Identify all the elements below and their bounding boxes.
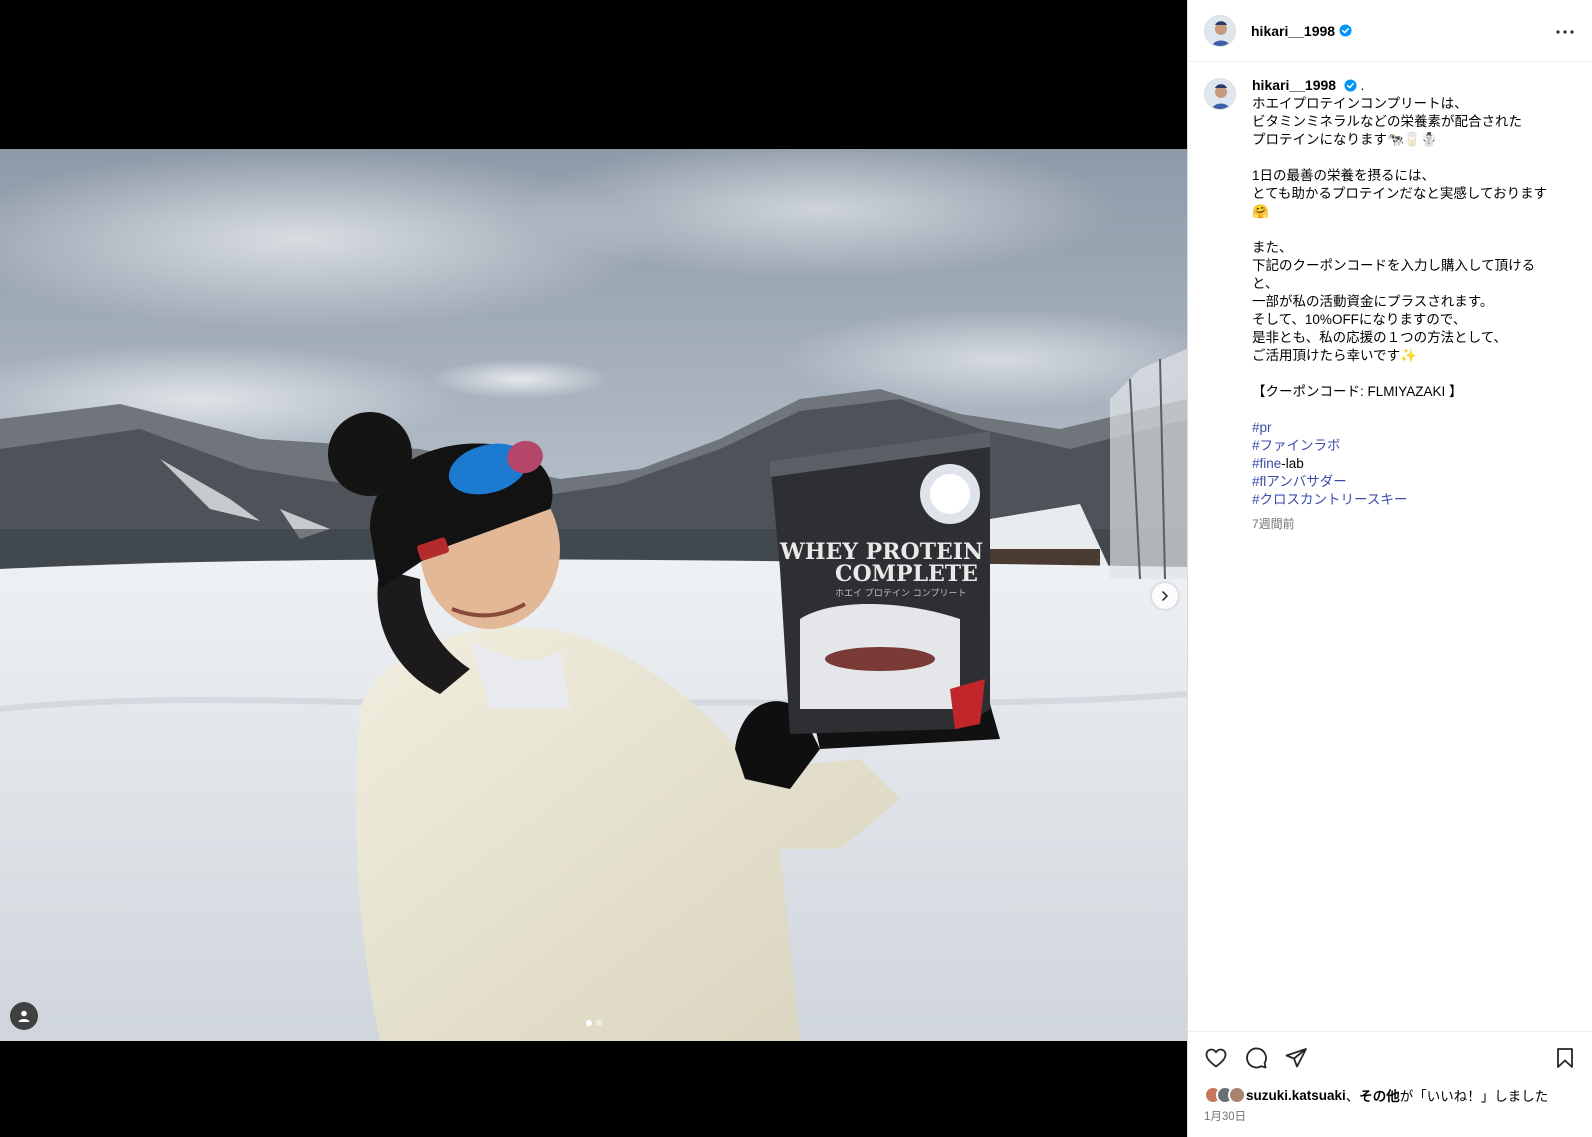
hashtag-link[interactable]: #flアンバサダー <box>1252 473 1582 491</box>
action-bar <box>1188 1031 1592 1087</box>
hashtag-link[interactable]: #pr <box>1252 419 1582 437</box>
caption-author-avatar[interactable] <box>1204 78 1236 110</box>
caption-separator: . <box>1360 78 1365 93</box>
hashtag-link[interactable]: #ファインラボ <box>1252 437 1582 455</box>
caption-username[interactable]: hikari__1998 <box>1252 77 1336 93</box>
caption-body: hikari__1998 . ホエイプロテインコンプリートは、 ビタミンミネラル… <box>1252 76 1582 533</box>
likes-others-link[interactable]: その他 <box>1359 1085 1400 1105</box>
caption-text: ホエイプロテインコンプリートは、 ビタミンミネラルなどの栄養素が配合された プロ… <box>1252 96 1548 399</box>
post-modal: WHEY PROTEIN COMPLETE ホエイ プロテイン コンプリート h… <box>0 0 1592 1137</box>
verified-badge-icon <box>1344 79 1357 92</box>
author-username[interactable]: hikari__1998 <box>1251 23 1335 39</box>
chevron-right-icon <box>1162 591 1169 601</box>
post-caption: hikari__1998 . ホエイプロテインコンプリートは、 ビタミンミネラル… <box>1204 76 1584 533</box>
author-avatar[interactable] <box>1204 14 1236 47</box>
liker-avatar <box>1228 1086 1246 1104</box>
post-photo: WHEY PROTEIN COMPLETE ホエイ プロテイン コンプリート <box>0 149 1187 1041</box>
bookmark-icon[interactable] <box>1553 1046 1577 1070</box>
tagged-users-button[interactable] <box>10 1002 38 1030</box>
carousel-next-button[interactable] <box>1152 583 1178 609</box>
share-icon[interactable] <box>1284 1046 1308 1070</box>
user-tag-icon <box>18 1010 30 1022</box>
heart-icon[interactable] <box>1204 1046 1228 1070</box>
carousel-dot <box>596 1020 602 1026</box>
likes-separator: 、 <box>1345 1089 1360 1104</box>
post-date[interactable]: 1月30日 <box>1204 1108 1246 1124</box>
post-age[interactable]: 7週間前 <box>1252 515 1582 533</box>
product-line-3: ホエイ プロテイン コンプリート <box>835 588 966 599</box>
likes-summary: suzuki.katsuaki 、 その他 が「いいね！」しました <box>1204 1085 1548 1105</box>
product-line-2: COMPLETE <box>835 561 978 587</box>
verified-badge-icon <box>1339 24 1352 37</box>
hashtag-list: #pr #ファインラボ #fine-lab #flアンバサダー #クロスカントリ… <box>1252 419 1582 509</box>
hashtag-link[interactable]: #fine-lab <box>1252 455 1582 473</box>
more-options-button[interactable] <box>1553 20 1577 44</box>
carousel-indicator <box>586 1020 602 1026</box>
media-pane: WHEY PROTEIN COMPLETE ホエイ プロテイン コンプリート <box>0 0 1187 1137</box>
avatar-image <box>1205 79 1235 109</box>
carousel-dot-active <box>586 1020 592 1026</box>
comment-icon[interactable] <box>1244 1046 1268 1070</box>
liker-avatars[interactable] <box>1204 1086 1246 1104</box>
post-side-panel: hikari__1998 hikari__1998 . ホエイプロテインコンプリ… <box>1187 0 1592 1137</box>
likes-suffix: が「いいね！」しました <box>1399 1089 1549 1104</box>
photo-illustration: WHEY PROTEIN COMPLETE ホエイ プロテイン コンプリート <box>0 149 1187 1041</box>
liker-username[interactable]: suzuki.katsuaki <box>1246 1088 1346 1103</box>
hashtag-link[interactable]: #クロスカントリースキー <box>1252 491 1582 509</box>
post-header: hikari__1998 <box>1188 0 1592 62</box>
more-horizontal-icon <box>1556 30 1574 34</box>
avatar-image <box>1205 15 1235 46</box>
